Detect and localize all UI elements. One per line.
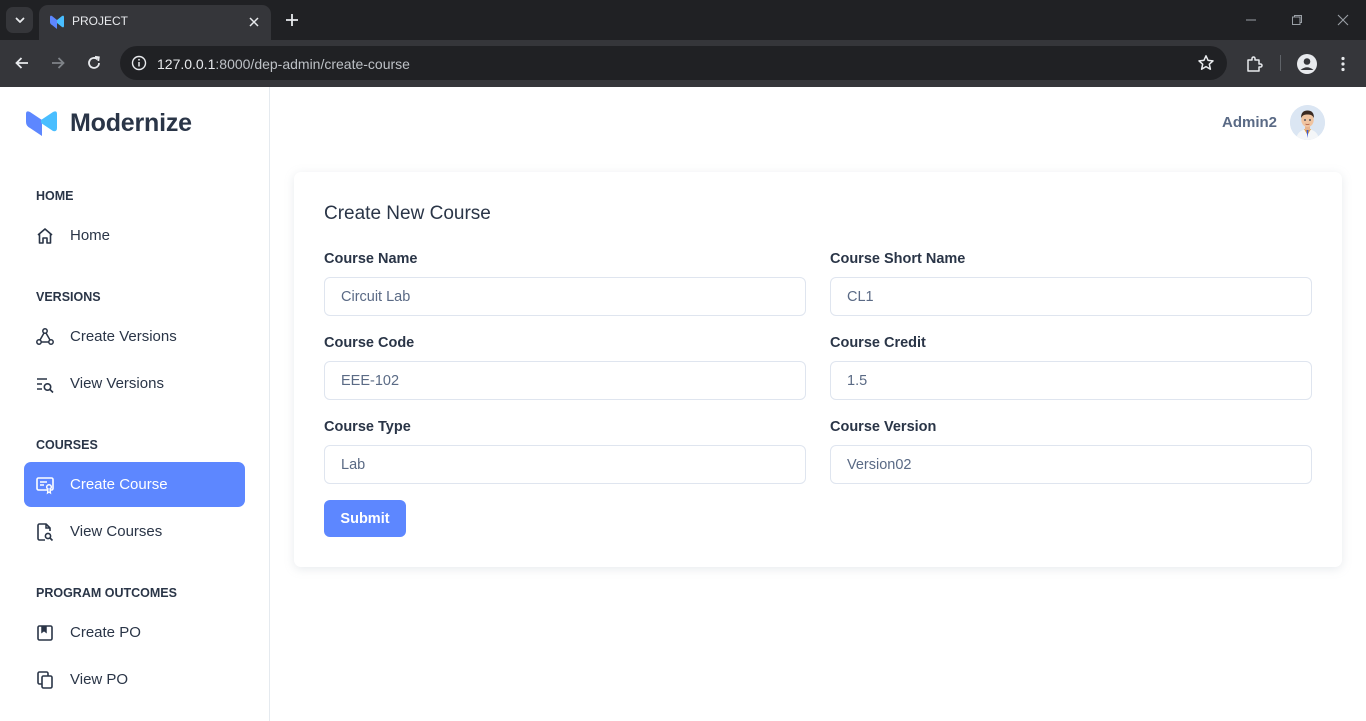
brand-logo[interactable]: Modernize [24, 109, 192, 137]
chevron-down-icon [15, 17, 24, 23]
sidebar: Modernize HOME Home VERSIONS Create Vers… [0, 87, 270, 721]
sidebar-item-view-po[interactable]: View PO [24, 657, 245, 702]
browser-tab[interactable]: PROJECT [39, 5, 271, 40]
submit-button[interactable]: Submit [324, 500, 406, 537]
sidebar-item-create-po[interactable]: Create PO [24, 610, 245, 655]
minimize-window-icon[interactable] [1241, 10, 1261, 30]
brand-name: Modernize [70, 108, 192, 137]
page-title: Create New Course [324, 203, 491, 224]
sidebar-item-label: View Versions [70, 375, 164, 392]
arrow-left-icon [15, 57, 28, 69]
copy-icon [35, 670, 55, 690]
section-title-home: HOME [36, 189, 74, 203]
sidebar-item-home[interactable]: Home [24, 213, 245, 258]
extensions-icon[interactable] [1243, 53, 1265, 75]
course-version-input[interactable] [830, 445, 1312, 484]
user-avatar-icon [1290, 105, 1325, 140]
avatar[interactable] [1290, 105, 1325, 140]
section-title-versions: VERSIONS [36, 290, 101, 304]
bookmark-star-icon[interactable] [1197, 54, 1215, 72]
plus-icon [286, 14, 298, 26]
tab-search-button[interactable] [6, 7, 33, 33]
reload-icon [88, 55, 100, 69]
arrow-right-icon [52, 57, 65, 69]
browser-tab-strip: PROJECT [0, 0, 1366, 40]
sidebar-item-label: View Courses [70, 523, 163, 540]
file-search-icon [35, 522, 55, 542]
back-button[interactable] [11, 52, 33, 74]
sidebar-item-view-versions[interactable]: View Versions [24, 361, 245, 406]
address-bar[interactable]: 127.0.0.1:8000/dep-admin/create-course [120, 46, 1227, 80]
course-type-input[interactable] [324, 445, 806, 484]
hierarchy-icon [35, 327, 55, 347]
new-tab-button[interactable] [281, 9, 303, 31]
sidebar-item-create-versions[interactable]: Create Versions [24, 314, 245, 359]
sidebar-item-label: Home [70, 227, 111, 244]
reload-button[interactable] [83, 52, 105, 74]
profile-icon[interactable] [1296, 53, 1318, 75]
tab-title: PROJECT [72, 14, 129, 28]
favicon-icon [49, 14, 65, 30]
sidebar-item-label: Create Versions [70, 328, 177, 345]
create-course-card: Create New Course Course Name Course Sho… [294, 172, 1342, 567]
sidebar-item-label: Create Course [70, 476, 168, 493]
course-credit-input[interactable] [830, 361, 1312, 400]
sidebar-item-view-courses[interactable]: View Courses [24, 509, 245, 554]
sidebar-item-label: View PO [70, 671, 129, 688]
course-short-name-label: Course Short Name [830, 251, 966, 267]
sidebar-item-create-course[interactable]: Create Course [24, 462, 245, 507]
toolbar-divider [1280, 55, 1281, 71]
modernize-logo-icon [26, 111, 57, 136]
course-credit-label: Course Credit [830, 335, 926, 351]
course-version-label: Course Version [830, 419, 937, 435]
bookmark-icon [35, 623, 55, 643]
course-code-input[interactable] [324, 361, 806, 400]
browser-toolbar: 127.0.0.1:8000/dep-admin/create-course [0, 40, 1366, 87]
course-type-label: Course Type [324, 419, 411, 435]
user-name[interactable]: Admin2 [1222, 114, 1277, 131]
course-code-label: Course Code [324, 335, 415, 351]
url-path: :8000/dep-admin/create-course [215, 56, 410, 72]
url-text: 127.0.0.1:8000/dep-admin/create-course [157, 56, 410, 72]
home-icon [35, 226, 55, 246]
course-short-name-input[interactable] [830, 277, 1312, 316]
list-search-icon [35, 374, 55, 394]
course-name-label: Course Name [324, 251, 418, 267]
close-window-icon[interactable] [1333, 10, 1353, 30]
certificate-icon [35, 475, 55, 495]
restore-window-icon[interactable] [1287, 10, 1307, 30]
url-host: 127.0.0.1 [157, 56, 216, 72]
section-title-courses: COURSES [36, 438, 98, 452]
more-menu-icon[interactable] [1332, 53, 1354, 75]
forward-button[interactable] [47, 52, 69, 74]
course-name-input[interactable] [324, 277, 806, 316]
section-title-program-outcomes: PROGRAM OUTCOMES [36, 586, 177, 600]
site-info-icon[interactable] [130, 54, 148, 72]
close-tab-icon[interactable] [245, 13, 263, 31]
sidebar-item-label: Create PO [70, 624, 141, 641]
